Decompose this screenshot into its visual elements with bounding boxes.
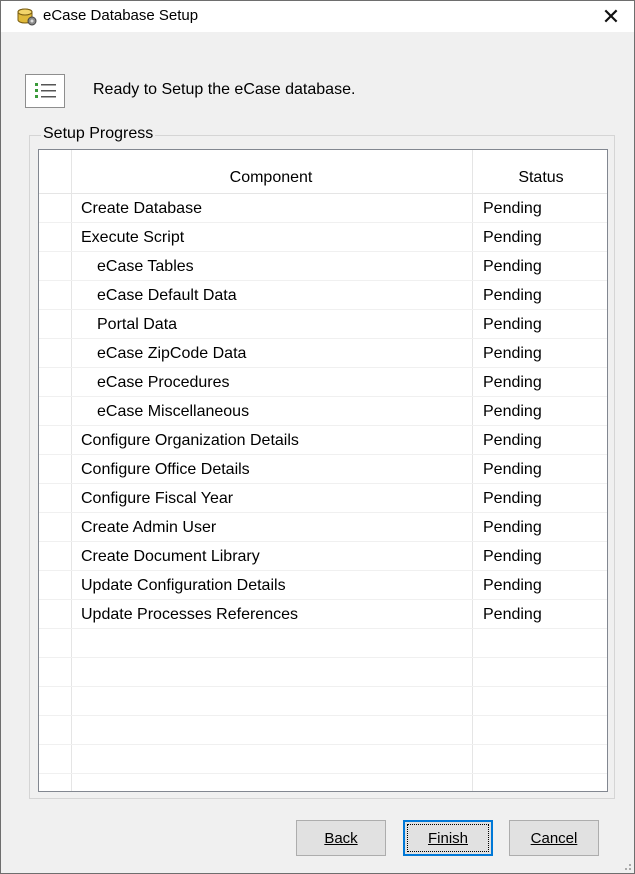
status-cell: Pending [483, 519, 542, 536]
component-cell: eCase Miscellaneous [97, 403, 250, 420]
component-cell: Configure Office Details [81, 461, 250, 478]
column-header: Component Status [39, 150, 607, 194]
status-cell: Pending [483, 461, 542, 478]
table-row[interactable]: Create Document Library Pending [39, 542, 607, 571]
empty-row [39, 716, 607, 745]
setup-dialog: eCase Database Setup ✕ Ready to Setup th… [0, 0, 635, 874]
component-cell: Configure Organization Details [81, 432, 299, 449]
column-header-component[interactable]: Component [71, 150, 471, 194]
table-row[interactable]: eCase Miscellaneous Pending [39, 397, 607, 426]
component-cell: Create Admin User [81, 519, 217, 536]
header-message: Ready to Setup the eCase database. [93, 81, 356, 98]
column-header-status[interactable]: Status [472, 150, 607, 194]
empty-row [39, 658, 607, 687]
table-row[interactable]: eCase Tables Pending [39, 252, 607, 281]
title-bar: eCase Database Setup ✕ [1, 1, 634, 32]
status-cell: Pending [483, 287, 542, 304]
component-cell: Execute Script [81, 229, 185, 246]
component-cell: Configure Fiscal Year [81, 490, 234, 507]
component-cell: eCase Procedures [97, 374, 230, 391]
table-row[interactable]: Create Database Pending [39, 194, 607, 223]
component-cell: eCase Default Data [97, 287, 237, 304]
component-cell: Portal Data [97, 316, 178, 333]
window-title: eCase Database Setup [43, 7, 199, 24]
table-row[interactable]: Create Admin User Pending [39, 513, 607, 542]
table-row[interactable]: Update Processes References Pending [39, 600, 607, 629]
empty-row [39, 629, 607, 658]
table-row[interactable]: Update Configuration Details Pending [39, 571, 607, 600]
table-row[interactable]: Portal Data Pending [39, 310, 607, 339]
focus-rect [407, 824, 489, 852]
status-cell: Pending [483, 548, 542, 565]
status-cell: Pending [483, 316, 542, 333]
group-label: Setup Progress [41, 125, 156, 143]
resize-grip-icon[interactable] [620, 859, 632, 871]
progress-list[interactable]: Component Status Create Database Pending… [38, 149, 608, 792]
component-cell: Update Configuration Details [81, 577, 286, 594]
table-row[interactable]: Configure Fiscal Year Pending [39, 484, 607, 513]
close-icon: ✕ [601, 4, 621, 29]
status-cell: Pending [483, 403, 542, 420]
table-row[interactable]: eCase ZipCode Data Pending [39, 339, 607, 368]
empty-row [39, 745, 607, 774]
status-cell: Pending [483, 577, 542, 594]
table-row[interactable]: eCase Procedures Pending [39, 368, 607, 397]
status-cell: Pending [483, 345, 542, 362]
table-row[interactable]: Execute Script Pending [39, 223, 607, 252]
table-rows: Create Database Pending Execute Script P… [39, 194, 607, 774]
database-icon [17, 8, 37, 26]
status-cell: Pending [483, 374, 542, 391]
close-button[interactable]: ✕ [588, 1, 634, 32]
status-cell: Pending [483, 490, 542, 507]
back-button[interactable]: Back [296, 820, 386, 856]
status-cell: Pending [483, 258, 542, 275]
component-cell: Update Processes References [81, 606, 298, 623]
finish-button[interactable]: Finish [403, 820, 493, 856]
table-row[interactable]: Configure Office Details Pending [39, 455, 607, 484]
component-cell: eCase ZipCode Data [97, 345, 247, 362]
back-button-label: Back [324, 830, 358, 847]
component-cell: Create Database [81, 200, 202, 217]
table-row[interactable]: eCase Default Data Pending [39, 281, 607, 310]
status-cell: Pending [483, 229, 542, 246]
checklist-icon [25, 74, 65, 108]
component-cell: Create Document Library [81, 548, 260, 565]
cancel-button[interactable]: Cancel [509, 820, 599, 856]
status-cell: Pending [483, 200, 542, 217]
component-cell: eCase Tables [97, 258, 194, 275]
status-cell: Pending [483, 432, 542, 449]
table-row[interactable]: Configure Organization Details Pending [39, 426, 607, 455]
cancel-button-label: Cancel [530, 830, 578, 847]
empty-row [39, 687, 607, 716]
status-cell: Pending [483, 606, 542, 623]
